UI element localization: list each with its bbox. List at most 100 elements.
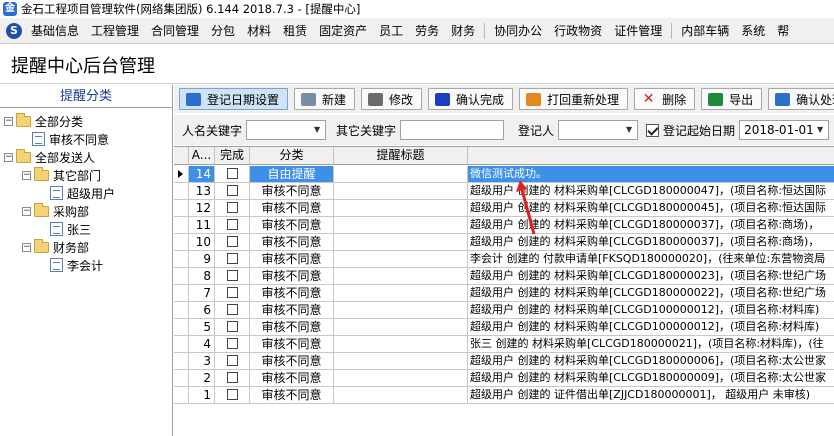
done-checkbox[interactable] <box>226 304 238 315</box>
other-keyword-input[interactable] <box>400 120 505 140</box>
reminder-title-cell <box>334 200 468 216</box>
table-row[interactable]: 1 审核不同意 超级用户 创建的 证件借出单[ZJJCD180000001]， 超级… <box>174 387 834 404</box>
new-document-button[interactable]: 新建 <box>294 88 356 110</box>
confirm-process-button[interactable]: 确认处理 <box>768 88 834 110</box>
excel-export-button[interactable]: 导出 <box>701 88 763 110</box>
table-row[interactable]: 5 审核不同意 超级用户 创建的 材料采购单[CLCGD100000012]，(项目… <box>174 319 834 336</box>
done-checkbox[interactable] <box>226 253 238 264</box>
collapse-toggle-icon[interactable]: − <box>22 170 31 180</box>
column-header[interactable] <box>468 147 834 165</box>
table-row[interactable]: 13 审核不同意 超级用户 创建的 材料采购单[CLCGD180000047]，(项… <box>174 183 834 200</box>
calendar-settings-button[interactable]: 登记日期设置 <box>179 88 289 110</box>
tree-node-label: 超级用户 <box>67 186 116 201</box>
menu-item[interactable]: 员工 <box>373 18 409 43</box>
menu-item[interactable]: 协同办公 <box>488 18 548 43</box>
menu-item[interactable]: 工程管理 <box>85 18 145 43</box>
done-checkbox[interactable] <box>226 372 238 383</box>
done-cell <box>215 268 250 284</box>
main-menubar: S 基础信息 工程管理 合同管理 分包 材料 租赁 固定资产 员工 劳务 财务 协同办公 行政物资 证件… <box>0 18 834 44</box>
table-row[interactable]: 6 审核不同意 超级用户 创建的 材料采购单[CLCGD100000012]，(项目… <box>174 302 834 319</box>
column-header[interactable]: 提醒标题 <box>334 147 468 165</box>
menu-item[interactable]: 材料 <box>241 18 277 43</box>
tree-node[interactable]: 张三 <box>50 220 91 238</box>
table-row[interactable]: 14 自由提醒 微信测试成功。 <box>174 166 834 183</box>
done-cell <box>215 302 250 318</box>
done-checkbox[interactable] <box>226 270 238 281</box>
done-checkbox[interactable] <box>226 287 238 298</box>
reminder-content-cell: 超级用户 创建的 材料采购单[CLCGD180000006]，(项目名称:太公世… <box>468 353 834 369</box>
tree-node[interactable]: − 全部发送人 <box>4 148 95 166</box>
tree-node[interactable]: − 财务部 <box>22 238 89 256</box>
reminder-title-cell <box>334 387 468 403</box>
registrant-combo[interactable]: ▼ <box>558 120 639 140</box>
return-button[interactable]: 打回重新处理 <box>519 88 629 110</box>
done-cell <box>215 353 250 369</box>
folder-icon <box>34 238 49 253</box>
tree-node[interactable]: 李会计 <box>50 256 103 274</box>
menu-item[interactable]: 分包 <box>205 18 241 43</box>
row-indicator-cell <box>174 387 189 403</box>
table-row[interactable]: 3 审核不同意 超级用户 创建的 材料采购单[CLCGD180000006]，(项目… <box>174 353 834 370</box>
done-checkbox[interactable] <box>226 338 238 349</box>
done-checkbox[interactable] <box>226 185 238 196</box>
delete-button[interactable]: ✕ 删除 <box>634 88 696 110</box>
tree-node[interactable]: − 采购部 <box>22 202 89 220</box>
menu-item[interactable]: 行政物资 <box>548 18 608 43</box>
column-header[interactable] <box>174 147 189 165</box>
done-checkbox[interactable] <box>226 236 238 247</box>
table-row[interactable]: 10 审核不同意 超级用户 创建的 材料采购单[CLCGD180000037]，(项… <box>174 234 834 251</box>
collapse-toggle-icon[interactable]: − <box>4 116 13 126</box>
window-title: 金石工程项目管理软件(网络集团版) 6.144 2018.7.3 - [提醒中心… <box>21 2 361 16</box>
menu-item[interactable]: 固定资产 <box>313 18 373 43</box>
start-date-picker[interactable]: 2018-01-01 ▼ <box>739 120 830 140</box>
person-keyword-combo[interactable]: ▼ <box>246 120 327 140</box>
menu-separator <box>671 22 673 39</box>
tree-node[interactable]: 超级用户 <box>50 184 115 202</box>
category-cell: 审核不同意 <box>250 387 334 403</box>
menu-item[interactable]: 证件管理 <box>608 18 668 43</box>
done-checkbox[interactable] <box>226 321 238 332</box>
menu-item[interactable]: 内部车辆 <box>675 18 735 43</box>
done-checkbox[interactable] <box>226 219 238 230</box>
table-row[interactable]: 11 审核不同意 超级用户 创建的 材料采购单[CLCGD180000037]，(项… <box>174 217 834 234</box>
start-date-checkbox[interactable] <box>646 123 660 137</box>
menu-item[interactable]: 财务 <box>445 18 481 43</box>
column-header[interactable]: A... <box>189 147 215 165</box>
menu-item[interactable]: 系统 <box>735 18 771 43</box>
row-indicator-cell <box>174 200 189 216</box>
done-checkbox[interactable] <box>226 355 238 366</box>
table-row[interactable]: 7 审核不同意 超级用户 创建的 材料采购单[CLCGD180000022]，(项目… <box>174 285 834 302</box>
done-checkbox[interactable] <box>226 168 238 179</box>
document-icon <box>32 132 45 146</box>
table-row[interactable]: 9 审核不同意 李会计 创建的 付款申请单[FKSQD180000020]，(往来单… <box>174 251 834 268</box>
menu-item[interactable]: 劳务 <box>409 18 445 43</box>
reminder-title-cell <box>334 370 468 386</box>
column-header[interactable]: 完成 <box>215 147 250 165</box>
table-row[interactable]: 4 审核不同意 张三 创建的 材料采购单[CLCGD180000021]，(项目名称… <box>174 336 834 353</box>
table-row[interactable]: 12 审核不同意 超级用户 创建的 材料采购单[CLCGD180000045]，(项… <box>174 200 834 217</box>
done-checkbox[interactable] <box>226 202 238 213</box>
menu-item[interactable]: 租赁 <box>277 18 313 43</box>
row-id-cell: 2 <box>189 370 215 386</box>
collapse-toggle-icon[interactable]: − <box>22 206 31 216</box>
collapse-toggle-icon[interactable]: − <box>22 242 31 252</box>
edit-button[interactable]: 修改 <box>361 88 423 110</box>
category-cell: 自由提醒 <box>250 166 334 182</box>
confirm-button[interactable]: 确认完成 <box>428 88 514 110</box>
reminder-title-cell <box>334 217 468 233</box>
column-header[interactable]: 分类 <box>250 147 334 165</box>
tree-node[interactable]: − 其它部门 <box>22 166 101 184</box>
row-id-cell: 1 <box>189 387 215 403</box>
table-row[interactable]: 2 审核不同意 超级用户 创建的 材料采购单[CLCGD180000009]，(项目… <box>174 370 834 387</box>
menu-item[interactable]: 合同管理 <box>145 18 205 43</box>
table-row[interactable]: 8 审核不同意 超级用户 创建的 材料采购单[CLCGD180000023]，(项目… <box>174 268 834 285</box>
menu-item[interactable]: 帮 <box>771 18 795 43</box>
app-menu-icon[interactable]: S <box>6 22 22 39</box>
reminder-title-cell <box>334 285 468 301</box>
reminder-grid: A... 完成 分类 提醒标题 14 自由提醒 微信测试成功。 13 审核不同意 超级用户 创建… <box>174 146 834 436</box>
collapse-toggle-icon[interactable]: − <box>4 152 13 162</box>
menu-item[interactable]: 基础信息 <box>25 18 85 43</box>
tree-node[interactable]: − 全部分类 <box>4 112 83 130</box>
tree-node[interactable]: 审核不同意 <box>32 130 109 148</box>
done-checkbox[interactable] <box>226 389 238 400</box>
